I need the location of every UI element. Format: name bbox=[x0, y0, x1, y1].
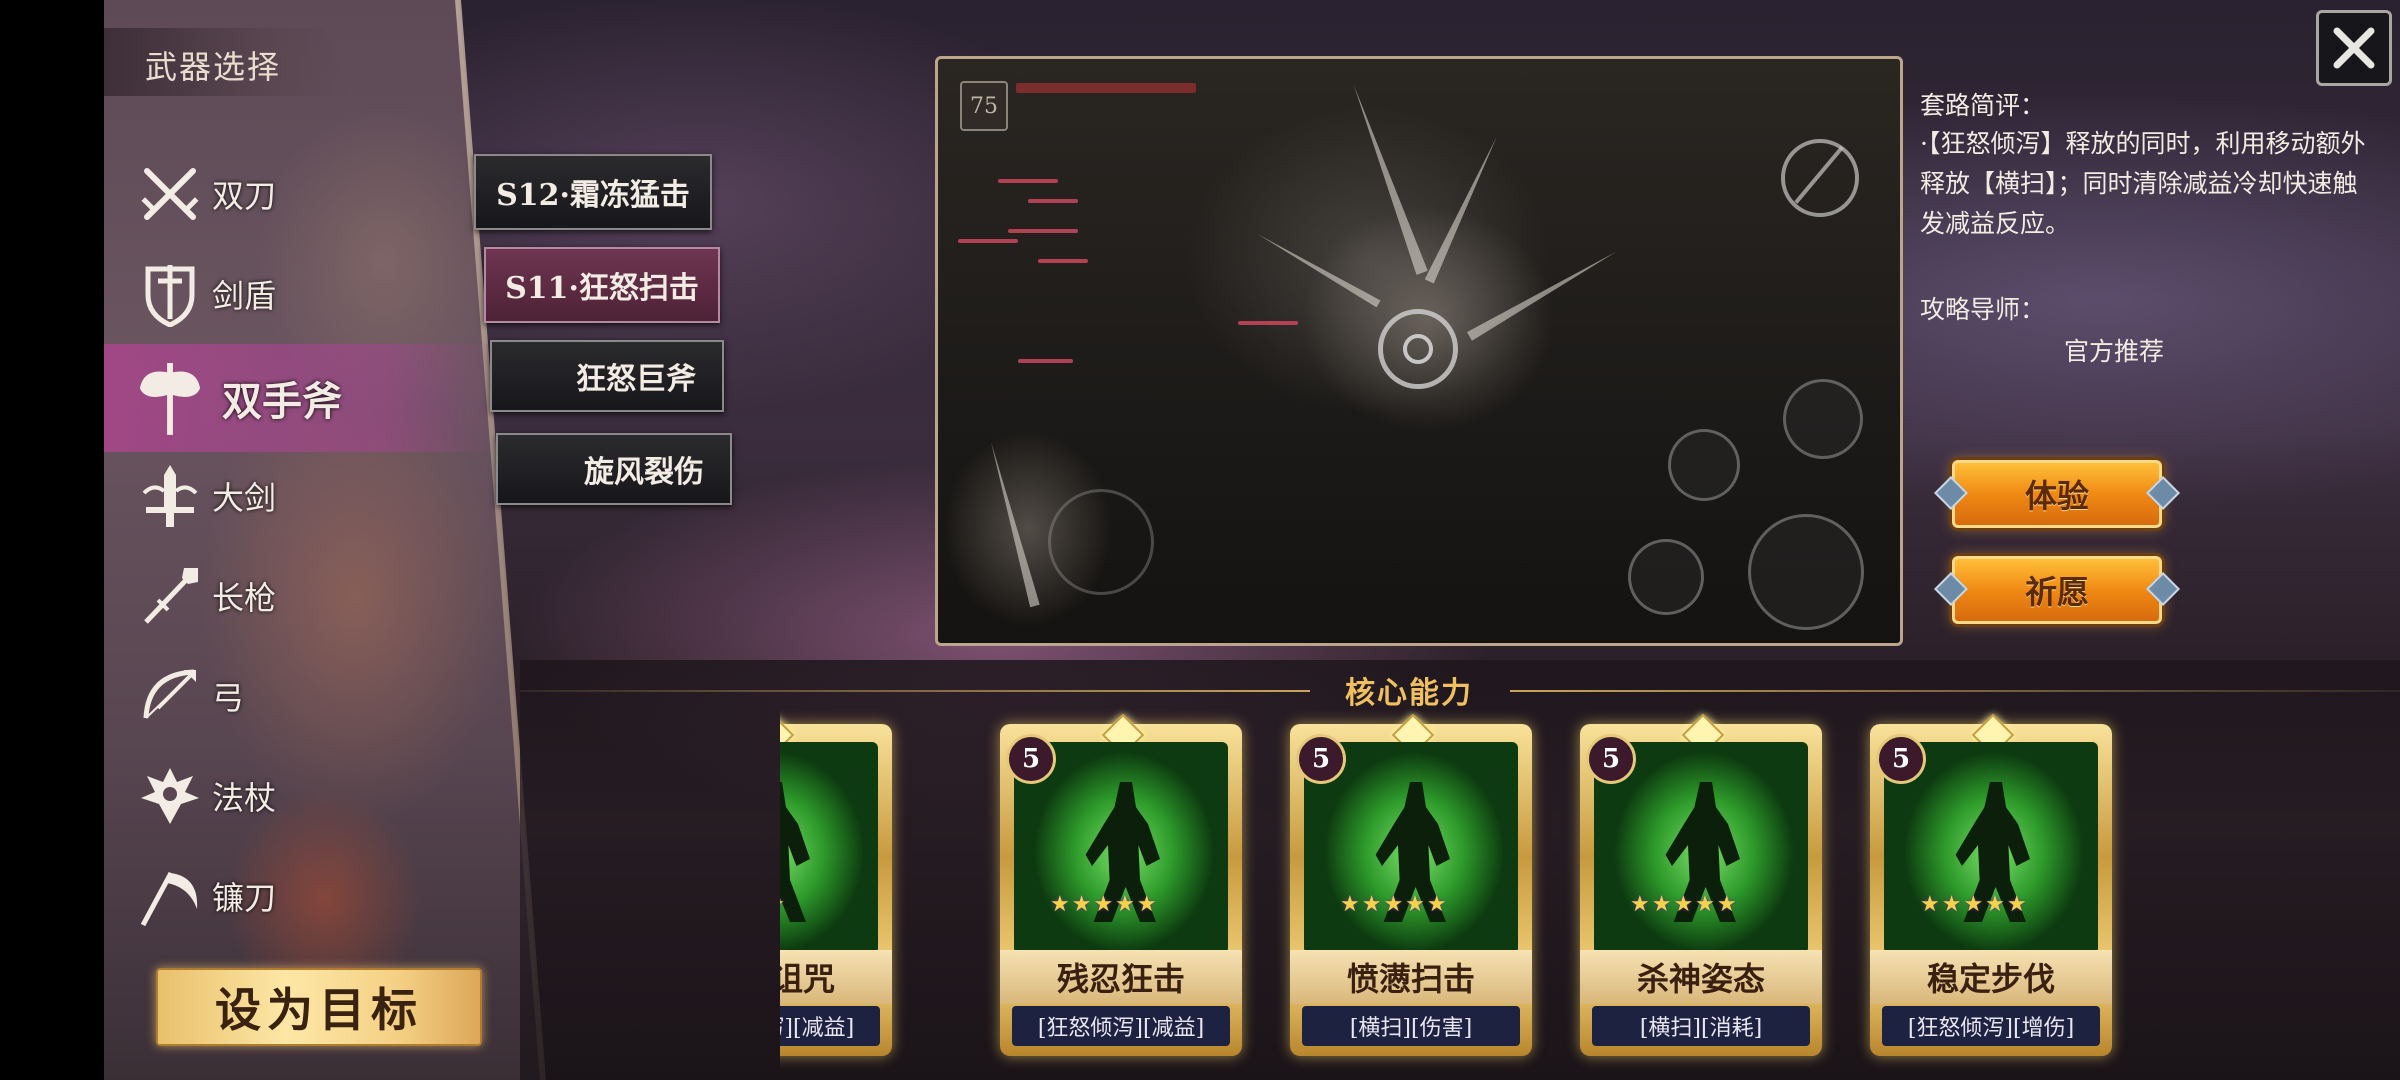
card-tags: [横扫][伤害] bbox=[1302, 1006, 1520, 1046]
left-border bbox=[0, 0, 104, 1080]
core-divider-left bbox=[520, 690, 1310, 692]
damage-streak bbox=[958, 239, 1018, 243]
preview-health-bar bbox=[1016, 83, 1196, 93]
card-stars: ★★★★★ bbox=[1340, 892, 1449, 917]
experience-button[interactable]: 体验 bbox=[1952, 460, 2162, 528]
experience-label: 体验 bbox=[2024, 477, 2089, 515]
tab-label: S11·狂怒扫击 bbox=[505, 271, 699, 306]
attack-button-icon bbox=[1748, 514, 1864, 630]
weapon-label: 长枪 bbox=[212, 579, 277, 617]
weapon-label: 法杖 bbox=[212, 779, 277, 817]
damage-streak bbox=[1008, 229, 1078, 233]
weapon-label: 双手斧 bbox=[222, 378, 342, 425]
card-name: 稳定步伐 bbox=[1870, 950, 2112, 1004]
scythe-icon bbox=[136, 862, 204, 930]
ability-card[interactable]: 5 ★★★★★ 残忍狂击 [狂怒倾泻][减益] bbox=[1000, 713, 1242, 1056]
weapon-item-spear[interactable]: 长枪 bbox=[104, 546, 499, 646]
tab-label: 狂怒巨斧 bbox=[576, 362, 696, 397]
pray-button[interactable]: 祈愿 bbox=[1952, 556, 2162, 624]
mentor-name: 官方推荐 bbox=[2064, 337, 2165, 366]
virtual-joystick bbox=[1048, 489, 1154, 595]
ability-card[interactable]: 5 ★★★★★ 愤懑扫击 [横扫][伤害] bbox=[1290, 713, 1532, 1056]
card-tags: [狂怒倾泻][增伤] bbox=[1882, 1006, 2100, 1046]
skill-slot-icon bbox=[1783, 379, 1863, 459]
damage-streak bbox=[1038, 259, 1088, 263]
review-title: 套路简评： bbox=[1920, 91, 2046, 120]
weapon-item-staff[interactable]: 法杖 bbox=[104, 746, 499, 846]
weapon-label: 双刀 bbox=[212, 177, 277, 215]
mentor-title: 攻略导师： bbox=[1920, 295, 2046, 324]
skill-slot-icon bbox=[1628, 539, 1704, 615]
card-tags: [狂怒倾泻][减益] bbox=[1012, 1006, 1230, 1046]
weapon-label: 弓 bbox=[212, 679, 245, 717]
tab-label: 旋风裂伤 bbox=[584, 455, 704, 490]
weapon-label: 大剑 bbox=[212, 479, 277, 517]
damage-streak bbox=[998, 179, 1058, 183]
weapon-item-scythe[interactable]: 镰刀 bbox=[104, 846, 499, 946]
dual-blades-icon bbox=[136, 160, 204, 228]
card-name: 狂怒诅咒 bbox=[780, 950, 892, 1004]
panel-title: 武器选择 bbox=[145, 48, 282, 86]
tab-s12[interactable]: S12·霜冻猛击 bbox=[474, 154, 712, 230]
effect-shard bbox=[1247, 217, 1388, 322]
set-target-button[interactable]: 设为目标 bbox=[156, 968, 482, 1046]
effect-shard bbox=[1326, 75, 1451, 283]
review-text: ·【狂怒倾泻】释放的同时，利用移动额外释放【横扫】；同时清除减益冷却快速触发减益… bbox=[1920, 129, 2366, 238]
card-level-badge: 5 bbox=[1876, 734, 1926, 784]
cancel-skill-icon bbox=[1781, 139, 1859, 217]
bow-icon bbox=[136, 662, 204, 730]
target-reticle-icon bbox=[1378, 309, 1458, 389]
card-stars: ★★★★★ bbox=[1050, 892, 1159, 917]
close-icon bbox=[2333, 27, 2375, 69]
effect-shard bbox=[1457, 230, 1629, 358]
weapon-item-two-handed-axe[interactable]: 双手斧 bbox=[104, 344, 499, 452]
preview-level-badge: 75 bbox=[960, 81, 1008, 131]
card-stars: ★★★★★ bbox=[1920, 892, 2029, 917]
weapon-item-dual-blades[interactable]: 双刀 bbox=[104, 144, 499, 244]
core-divider-right bbox=[1510, 690, 2400, 692]
effect-shard bbox=[967, 435, 1059, 612]
damage-streak bbox=[1018, 359, 1073, 363]
card-stars: ★★★★ bbox=[780, 892, 787, 917]
two-handed-axe-icon bbox=[136, 363, 204, 435]
spear-icon bbox=[136, 562, 204, 630]
greatsword-icon bbox=[136, 462, 204, 530]
staff-icon bbox=[136, 762, 204, 830]
ability-card[interactable]: 5 ★★★★★ 杀神姿态 [横扫][消耗] bbox=[1580, 713, 1822, 1056]
skill-slot-icon bbox=[1668, 429, 1740, 501]
pray-label: 祈愿 bbox=[2024, 573, 2089, 611]
weapon-label: 镰刀 bbox=[212, 879, 277, 917]
ability-card[interactable]: ★★★★ 狂怒诅咒 [狂怒倾泻][减益] bbox=[780, 713, 892, 1056]
card-level-badge: 5 bbox=[1586, 734, 1636, 784]
card-name: 愤懑扫击 bbox=[1290, 950, 1532, 1004]
tab-whirlwind[interactable]: 旋风裂伤 bbox=[496, 433, 732, 505]
card-stars: ★★★★★ bbox=[1630, 892, 1739, 917]
tab-label: S12·霜冻猛击 bbox=[496, 178, 690, 213]
ability-card[interactable]: 5 ★★★★★ 稳定步伐 [狂怒倾泻][增伤] bbox=[1870, 713, 2112, 1056]
tab-s11[interactable]: S11·狂怒扫击 bbox=[484, 247, 720, 323]
weapon-item-bow[interactable]: 弓 bbox=[104, 646, 499, 746]
tab-rage-axe[interactable]: 狂怒巨斧 bbox=[490, 340, 724, 412]
card-name: 杀神姿态 bbox=[1580, 950, 1822, 1004]
card-level-badge: 5 bbox=[1006, 734, 1056, 784]
card-tags: [横扫][消耗] bbox=[1592, 1006, 1810, 1046]
weapon-item-greatsword[interactable]: 大剑 bbox=[104, 446, 499, 546]
sword-shield-icon bbox=[136, 260, 204, 328]
card-name: 残忍狂击 bbox=[1000, 950, 1242, 1004]
card-level-badge: 5 bbox=[1296, 734, 1346, 784]
damage-streak bbox=[1238, 321, 1298, 325]
set-target-label: 设为目标 bbox=[215, 983, 423, 1037]
card-tags: [狂怒倾泻][减益] bbox=[780, 1006, 880, 1046]
weapon-label: 剑盾 bbox=[212, 277, 277, 315]
ability-card-list[interactable]: ★★★★ 狂怒诅咒 [狂怒倾泻][减益] 5 ★★★★★ 残忍狂击 [狂怒倾泻]… bbox=[780, 700, 2130, 1080]
card-art bbox=[780, 742, 878, 954]
damage-streak bbox=[1028, 199, 1078, 203]
weapon-item-sword-shield[interactable]: 剑盾 bbox=[104, 244, 499, 344]
close-button[interactable] bbox=[2316, 10, 2392, 86]
skill-preview-video[interactable]: 75 bbox=[935, 56, 1903, 646]
